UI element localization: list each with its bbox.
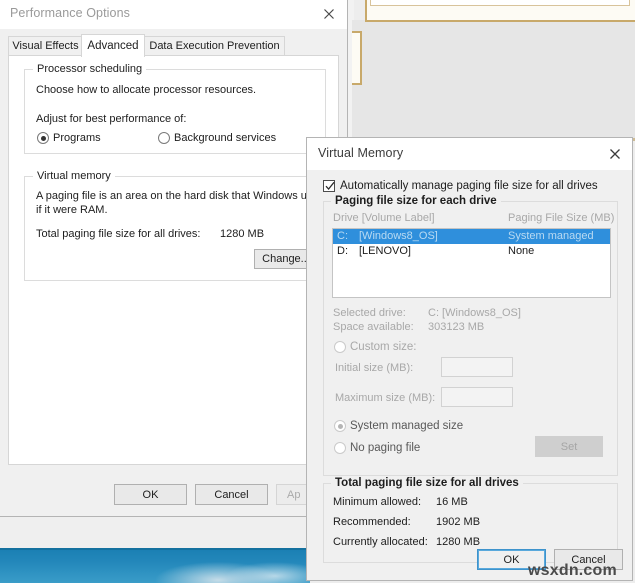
radio-background-services[interactable] — [158, 132, 170, 144]
space-available-label: Space available: — [333, 321, 414, 333]
virtual-memory-title: Virtual Memory — [318, 146, 404, 160]
initial-size-input[interactable] — [441, 357, 513, 377]
paging-file-size-legend: Paging file size for each drive — [331, 195, 501, 207]
set-button: Set — [535, 436, 603, 457]
minimum-allowed-value: 16 MB — [436, 496, 468, 508]
currently-allocated-value: 1280 MB — [436, 536, 481, 548]
processor-scheduling-legend: Processor scheduling — [33, 63, 147, 75]
selected-drive-label: Selected drive: — [333, 307, 406, 319]
table-row[interactable]: D: [LENOVO] None — [333, 244, 610, 259]
row-drive: D: — [337, 245, 348, 257]
table-row[interactable]: C: [Windows8_OS] System managed — [333, 229, 610, 244]
total-paging-file-size-value: 1280 MB — [220, 228, 265, 240]
total-paging-file-size-label: Total paging file size for all drives: — [36, 228, 201, 240]
background-window-inner-frame — [370, 0, 630, 6]
tab-visual-effects[interactable]: Visual Effects — [8, 36, 83, 55]
row-volume: [Windows8_OS] — [359, 230, 438, 242]
watermark: wsxdn.com — [528, 562, 617, 579]
recommended-value: 1902 MB — [436, 516, 481, 528]
radio-no-paging-file-label: No paging file — [350, 442, 421, 454]
minimum-allowed-label: Minimum allowed: — [333, 496, 422, 508]
performance-options-titlebar: Performance Options — [0, 0, 347, 29]
row-paging-size: System managed — [508, 230, 594, 242]
row-drive: C: — [337, 230, 348, 242]
tab-data-execution-prevention[interactable]: Data Execution Prevention — [144, 36, 285, 55]
virtual-memory-description-line2: if it were RAM. — [36, 204, 108, 216]
space-available-value: 303123 MB — [428, 321, 485, 333]
virtual-memory-titlebar: Virtual Memory — [307, 138, 632, 170]
close-icon[interactable] — [319, 4, 339, 24]
close-icon[interactable] — [605, 144, 625, 164]
column-header-drive: Drive [Volume Label] — [333, 212, 435, 224]
performance-options-title: Performance Options — [10, 6, 131, 20]
processor-scheduling-group: Processor scheduling Choose how to alloc… — [24, 63, 326, 154]
column-header-paging-file-size: Paging File Size (MB) — [508, 212, 615, 224]
radio-custom-size[interactable] — [334, 341, 346, 353]
row-paging-size: None — [508, 245, 535, 257]
radio-programs-label: Programs — [53, 132, 101, 144]
radio-programs[interactable] — [37, 132, 49, 144]
recommended-label: Recommended: — [333, 516, 411, 528]
virtual-memory-group: Virtual memory A paging file is an area … — [24, 170, 326, 281]
adjust-for-best-performance-label: Adjust for best performance of: — [36, 113, 187, 125]
performance-cancel-button[interactable]: Cancel — [195, 484, 268, 505]
drive-listbox[interactable]: C: [Windows8_OS] System managed D: [LENO… — [332, 228, 611, 298]
advanced-tab-panel: Processor scheduling Choose how to alloc… — [8, 55, 339, 465]
auto-manage-checkbox[interactable] — [323, 180, 335, 192]
currently-allocated-label: Currently allocated: — [333, 536, 428, 548]
row-volume: [LENOVO] — [359, 245, 411, 257]
maximum-size-label: Maximum size (MB): — [335, 392, 436, 404]
auto-manage-label: Automatically manage paging file size fo… — [340, 180, 598, 192]
background-window-side-tab — [352, 31, 362, 85]
virtual-memory-description-line1: A paging file is an area on the hard dis… — [36, 190, 325, 202]
tab-advanced[interactable]: Advanced — [81, 34, 145, 57]
virtual-memory-legend: Virtual memory — [33, 170, 115, 182]
background-below-dialog — [0, 516, 310, 550]
radio-system-managed-size-label: System managed size — [350, 420, 464, 432]
paging-file-size-group: Paging file size for each drive Drive [V… — [323, 195, 618, 476]
maximum-size-input[interactable] — [441, 387, 513, 407]
performance-ok-button[interactable]: OK — [114, 484, 187, 505]
radio-background-services-label: Background services — [174, 132, 277, 144]
radio-no-paging-file[interactable] — [334, 442, 346, 454]
background-window-body — [352, 20, 635, 140]
radio-system-managed-size[interactable] — [334, 420, 346, 432]
total-paging-file-size-legend: Total paging file size for all drives — [331, 477, 523, 489]
performance-options-dialog: Performance Options Visual Effects Advan… — [0, 0, 349, 517]
radio-custom-size-label: Custom size: — [350, 341, 417, 353]
initial-size-label: Initial size (MB): — [335, 362, 414, 374]
desktop-wallpaper — [0, 550, 310, 583]
processor-scheduling-description: Choose how to allocate processor resourc… — [36, 84, 257, 96]
virtual-memory-dialog: Virtual Memory Automatically manage pagi… — [306, 137, 633, 581]
selected-drive-value: C: [Windows8_OS] — [428, 307, 521, 319]
